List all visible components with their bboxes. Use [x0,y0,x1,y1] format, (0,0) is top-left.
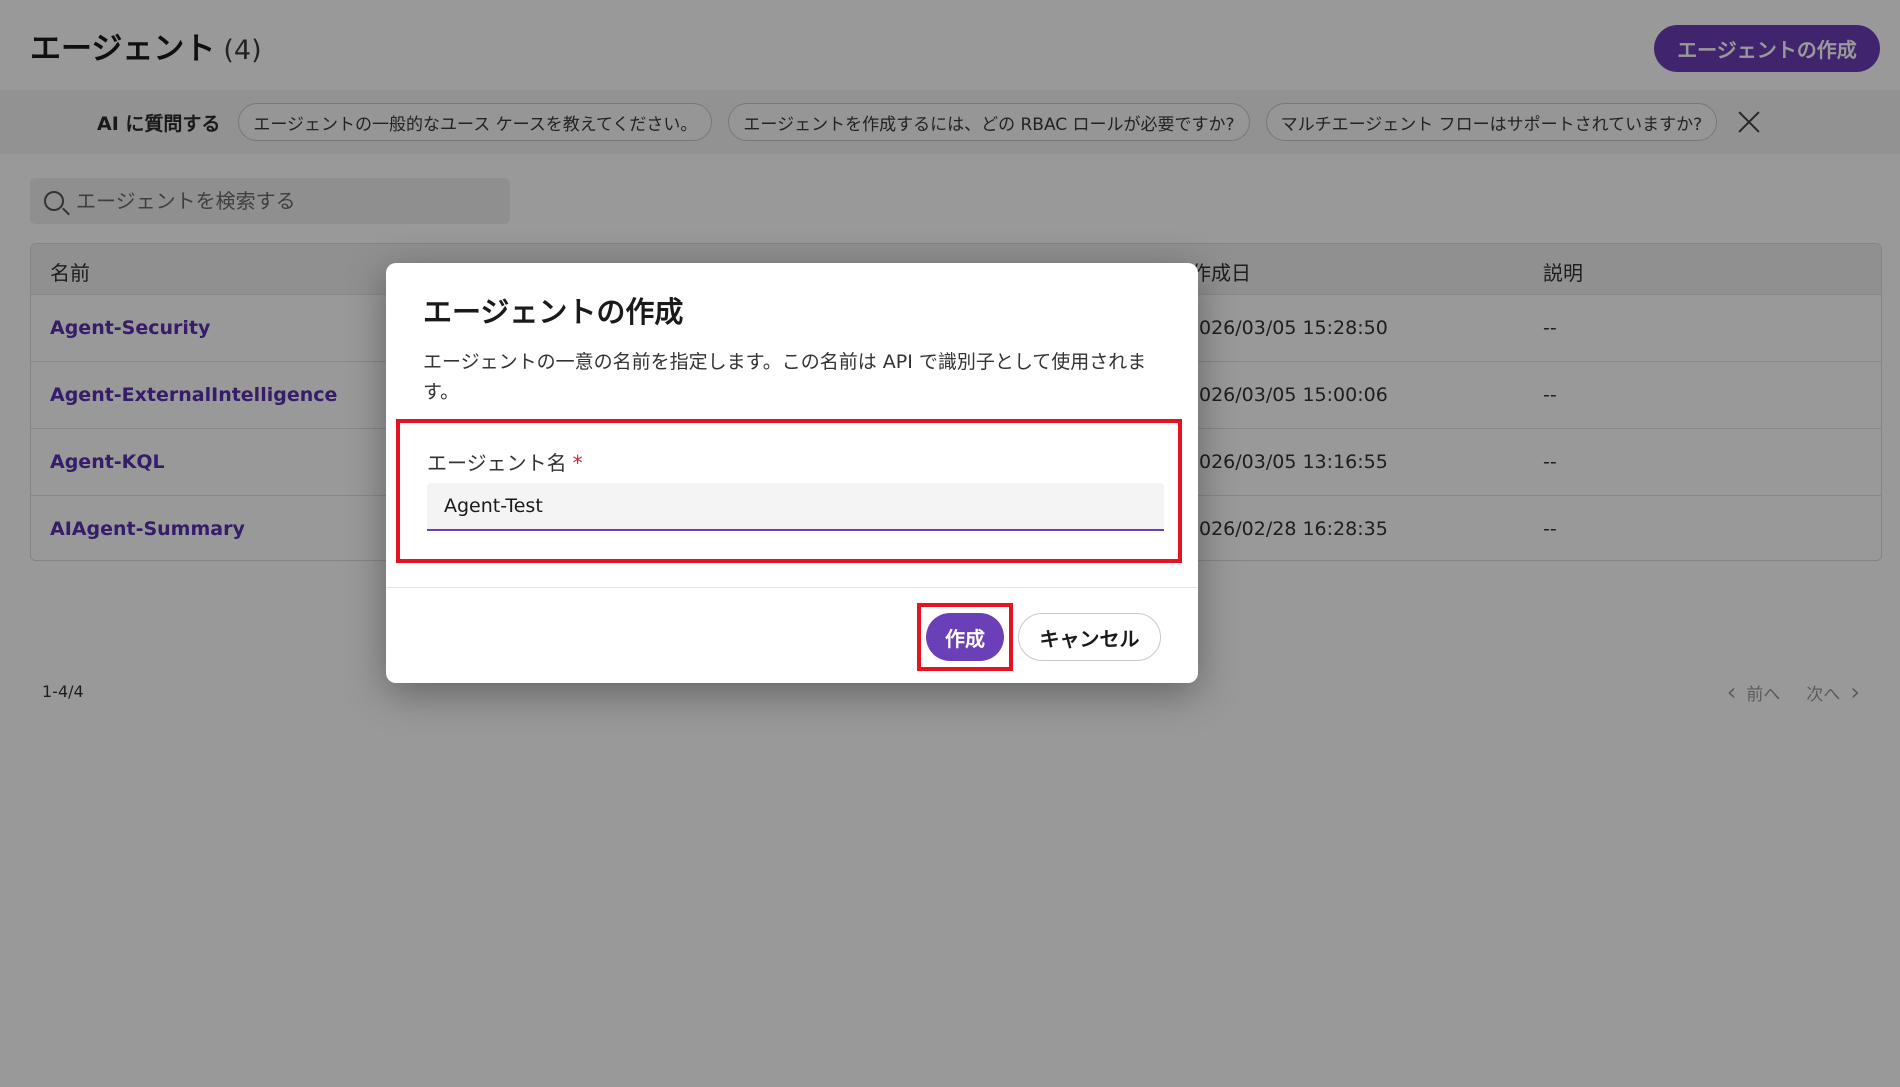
create-agent-dialog: エージェントの作成 エージェントの一意の名前を指定します。この名前は API で… [386,263,1198,683]
dialog-title: エージェントの作成 [423,295,684,329]
required-mark: * [572,451,583,475]
cancel-button[interactable]: キャンセル [1018,613,1161,661]
create-button-highlight: 作成 [917,603,1013,671]
agent-name-label-text: エージェント名 [427,451,567,475]
dialog-divider [386,587,1198,588]
dialog-description: エージェントの一意の名前を指定します。この名前は API で識別子として使用され… [423,351,1147,403]
create-button[interactable]: 作成 [926,613,1004,661]
agent-name-label: エージェント名 * [427,447,583,476]
agent-name-input[interactable] [427,483,1164,531]
agent-name-field-highlight: エージェント名 * [396,419,1182,563]
